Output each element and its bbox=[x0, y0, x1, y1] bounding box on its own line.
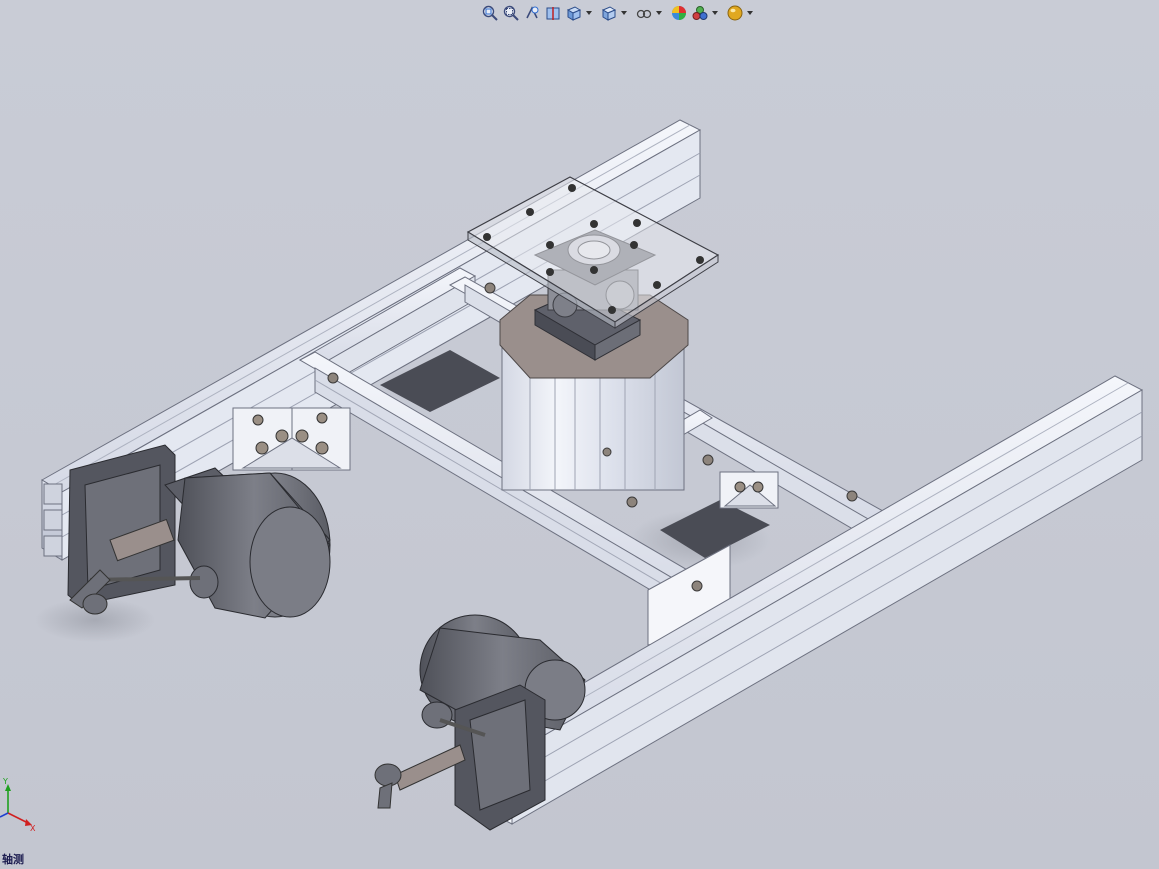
rail-back-end bbox=[43, 483, 63, 557]
zoom-to-area-icon[interactable] bbox=[501, 3, 521, 23]
view-settings-icon[interactable] bbox=[725, 3, 745, 23]
section-view-icon[interactable] bbox=[543, 3, 563, 23]
triad-x-axis bbox=[7, 812, 29, 824]
triad-y-label: Y bbox=[2, 777, 8, 786]
display-style-icon[interactable] bbox=[599, 3, 619, 23]
heads-up-view-toolbar bbox=[480, 2, 754, 24]
edit-appearance-icon[interactable] bbox=[669, 3, 689, 23]
view-settings-dropdown-icon[interactable] bbox=[746, 3, 754, 23]
corner-bracket-right[interactable] bbox=[719, 471, 779, 509]
zoom-to-fit-icon[interactable] bbox=[480, 3, 500, 23]
graphics-area[interactable]: Y X 轴测 bbox=[0, 0, 1159, 869]
reference-triad: Y X bbox=[0, 777, 36, 833]
assembly-model[interactable] bbox=[0, 0, 1159, 869]
view-orientation-dropdown-icon[interactable] bbox=[585, 3, 593, 23]
hide-show-items-icon[interactable] bbox=[634, 3, 654, 23]
apply-scene-dropdown-icon[interactable] bbox=[711, 3, 719, 23]
display-style-dropdown-icon[interactable] bbox=[620, 3, 628, 23]
triad-z-axis bbox=[0, 812, 9, 818]
apply-scene-icon[interactable] bbox=[690, 3, 710, 23]
view-orientation-label: 轴测 bbox=[2, 853, 24, 866]
corner-bracket-left[interactable] bbox=[232, 407, 351, 471]
hide-show-dropdown-icon[interactable] bbox=[655, 3, 663, 23]
previous-view-icon[interactable] bbox=[522, 3, 542, 23]
view-orientation-icon[interactable] bbox=[564, 3, 584, 23]
triad-x-label: X bbox=[30, 824, 36, 833]
